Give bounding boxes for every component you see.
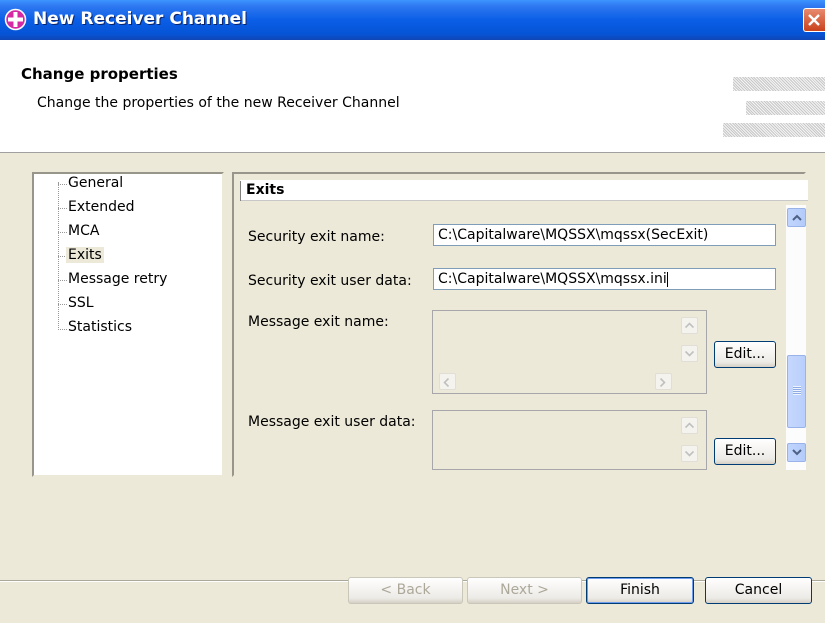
tree-item-mca[interactable]: MCA xyxy=(68,223,99,239)
security-exit-user-data-label: Security exit user data: xyxy=(248,273,412,289)
back-button[interactable]: < Back xyxy=(348,577,463,604)
page-title: Change properties xyxy=(21,65,178,83)
security-exit-user-data-value: C:\Capitalware\MQSSX\mqssx.ini xyxy=(438,271,667,287)
scroll-thumb[interactable] xyxy=(787,355,806,428)
grip-icon xyxy=(793,386,801,395)
cancel-button-label: Cancel xyxy=(734,582,783,598)
tree-line xyxy=(58,184,67,185)
title-bar[interactable]: New Receiver Channel xyxy=(0,0,825,40)
app-icon xyxy=(4,8,27,31)
section-divider xyxy=(240,181,241,201)
tree-line xyxy=(58,232,67,233)
finish-button[interactable]: Finish xyxy=(586,577,694,604)
tree-line xyxy=(58,208,67,209)
header-decoration xyxy=(723,123,825,137)
page-description: Change the properties of the new Receive… xyxy=(37,95,400,111)
arrow-down-icon xyxy=(685,450,694,457)
cancel-button[interactable]: Cancel xyxy=(705,577,812,604)
header-decoration xyxy=(733,77,825,91)
security-exit-name-input[interactable]: C:\Capitalware\MQSSX\mqssx(SecExit) xyxy=(433,224,776,246)
tree-line xyxy=(58,329,67,330)
wizard-header: Change properties Change the properties … xyxy=(0,40,825,153)
list-scroll-up-button[interactable] xyxy=(681,317,698,334)
section-header: Exits xyxy=(240,180,808,201)
tree-item-general[interactable]: General xyxy=(68,175,123,191)
section-title: Exits xyxy=(246,182,285,198)
list-scroll-left-button[interactable] xyxy=(439,373,456,390)
arrow-up-icon xyxy=(685,322,694,329)
arrow-down-icon xyxy=(792,449,802,456)
finish-button-label: Finish xyxy=(620,582,660,598)
window-title: New Receiver Channel xyxy=(33,9,247,29)
message-exit-user-data-list[interactable] xyxy=(432,410,707,470)
tree-item-ssl[interactable]: SSL xyxy=(68,295,94,311)
text-cursor xyxy=(666,271,668,287)
arrow-left-icon xyxy=(443,378,450,387)
message-exit-name-edit-button[interactable]: Edit... xyxy=(714,341,776,368)
message-exit-name-label: Message exit name: xyxy=(248,314,389,330)
scroll-up-button[interactable] xyxy=(787,208,806,227)
property-tree[interactable]: General Extended MCA Exits Message retry… xyxy=(32,172,224,477)
arrow-up-icon xyxy=(685,422,694,429)
scroll-down-button[interactable] xyxy=(787,443,806,462)
message-exit-name-list[interactable] xyxy=(432,310,707,394)
list-scroll-down-button[interactable] xyxy=(681,345,698,362)
arrow-up-icon xyxy=(792,214,802,221)
message-exit-user-data-label: Message exit user data: xyxy=(248,414,416,430)
back-button-label: < Back xyxy=(380,582,431,598)
tree-line xyxy=(58,304,67,305)
tree-item-exits[interactable]: Exits xyxy=(66,247,104,263)
list-scroll-down-button[interactable] xyxy=(681,445,698,462)
security-exit-name-value: C:\Capitalware\MQSSX\mqssx(SecExit) xyxy=(438,227,709,243)
tree-item-message-retry[interactable]: Message retry xyxy=(68,271,167,287)
header-decoration xyxy=(746,101,825,115)
next-button-label: Next > xyxy=(500,582,549,598)
arrow-right-icon xyxy=(659,378,666,387)
tree-item-statistics[interactable]: Statistics xyxy=(68,319,132,335)
message-exit-user-data-edit-button[interactable]: Edit... xyxy=(714,438,776,465)
security-exit-user-data-input[interactable]: C:\Capitalware\MQSSX\mqssx.ini xyxy=(433,268,776,290)
list-scroll-right-button[interactable] xyxy=(655,373,672,390)
list-scroll-up-button[interactable] xyxy=(681,417,698,434)
panel-scrollbar[interactable] xyxy=(786,205,806,470)
close-button[interactable] xyxy=(803,8,825,32)
tree-line xyxy=(58,280,67,281)
tree-item-extended[interactable]: Extended xyxy=(68,199,135,215)
close-icon xyxy=(808,14,820,26)
next-button[interactable]: Next > xyxy=(467,577,582,604)
security-exit-name-label: Security exit name: xyxy=(248,229,385,245)
arrow-down-icon xyxy=(685,350,694,357)
